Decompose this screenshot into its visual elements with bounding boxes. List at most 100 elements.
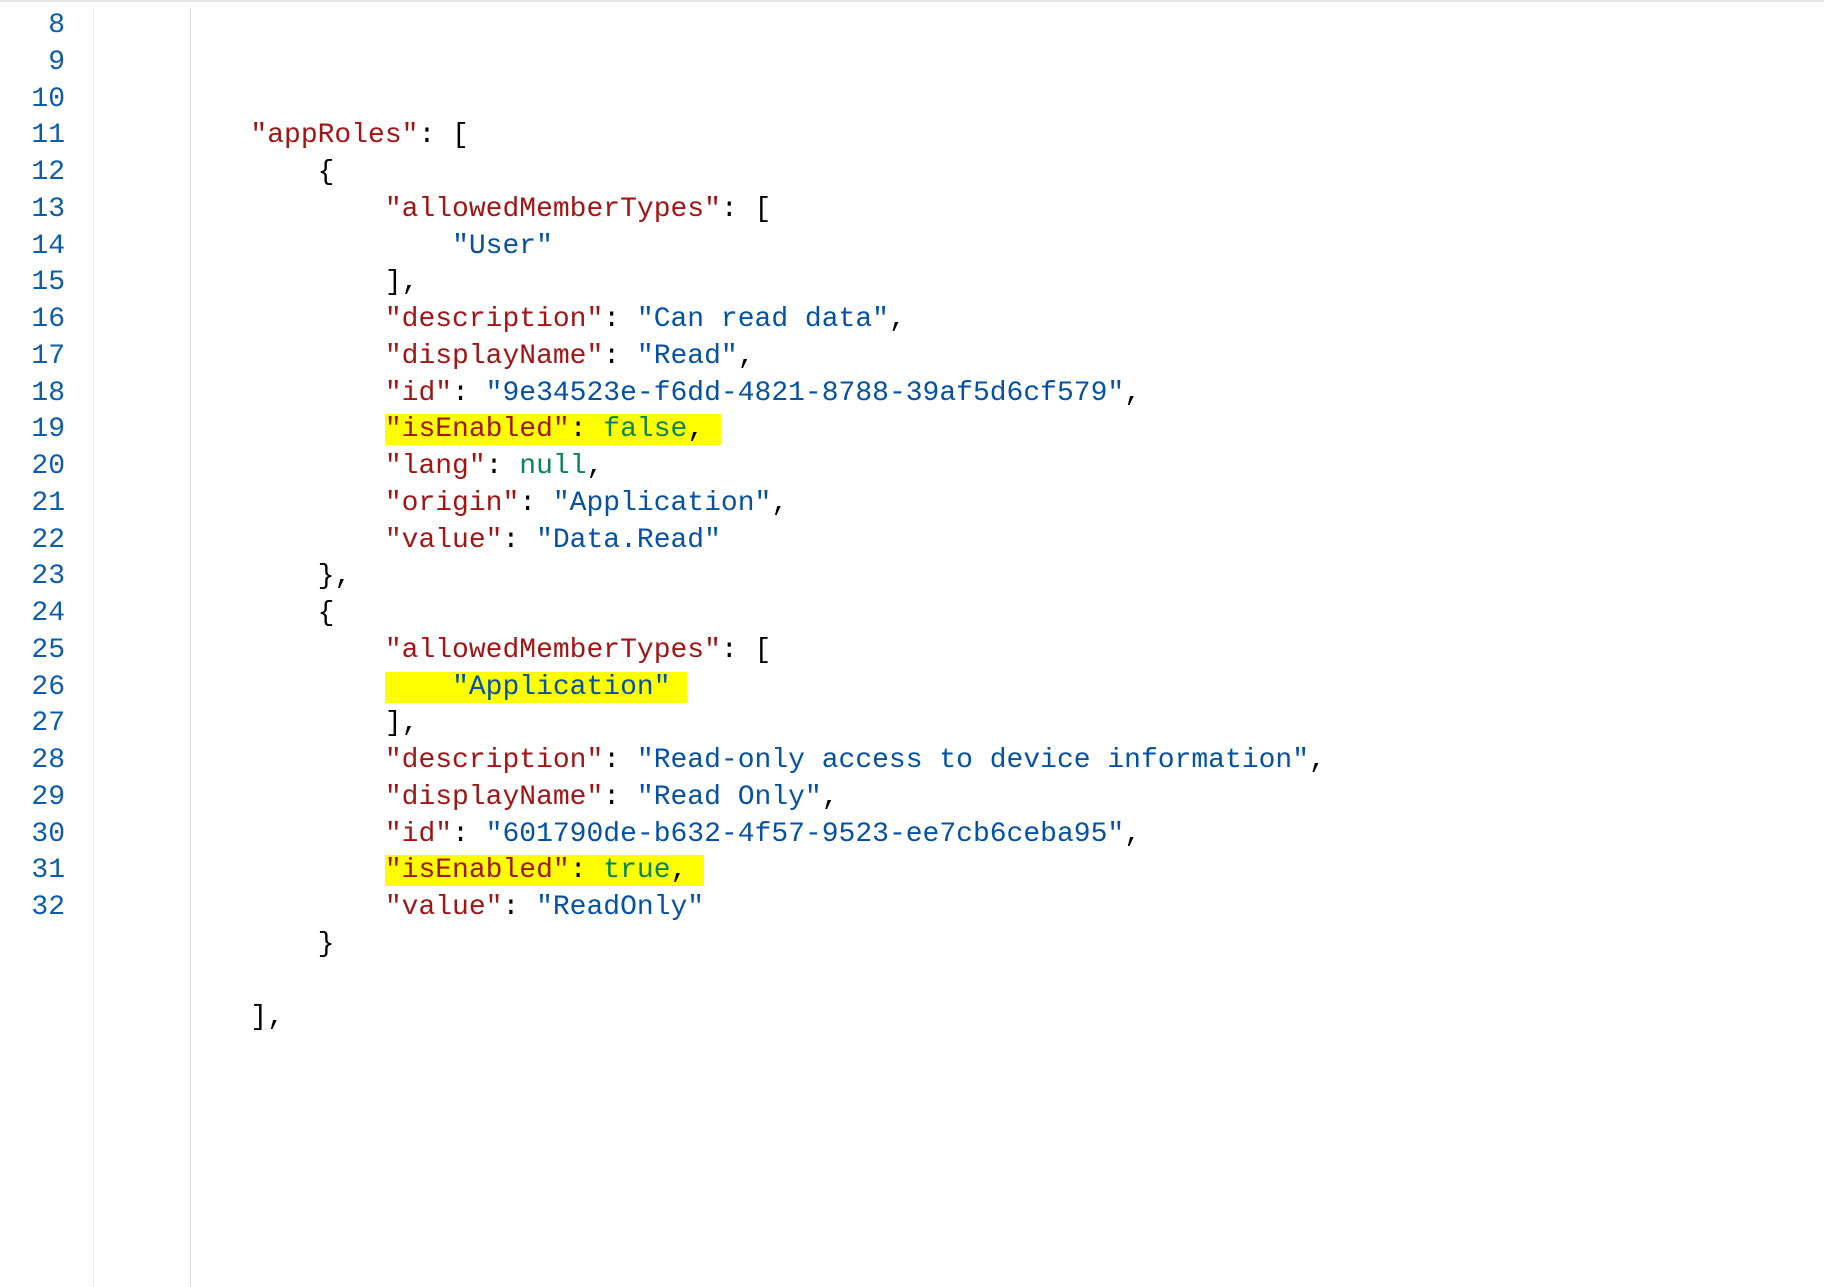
code-token: { xyxy=(318,157,335,188)
code-token: "appRoles" xyxy=(250,120,418,151)
code-token: "9e34523e-f6dd-4821-8788-39af5d6cf579" xyxy=(486,378,1125,409)
code-token: "value" xyxy=(385,892,503,923)
code-line[interactable]: "description": "Read-only access to devi… xyxy=(116,743,1824,780)
line-number: 29 xyxy=(0,780,65,817)
code-token: : xyxy=(603,782,637,813)
code-editor[interactable]: 8910111213141516171819202122232425262728… xyxy=(0,0,1824,1287)
code-line[interactable]: ], xyxy=(116,265,1824,302)
code-token: "isEnabled" xyxy=(385,414,570,445)
code-token: : xyxy=(502,892,536,923)
line-number: 31 xyxy=(0,853,65,890)
code-token: ], xyxy=(385,267,419,298)
code-token: , xyxy=(1124,819,1141,850)
code-token: , xyxy=(1124,378,1141,409)
code-line[interactable]: ], xyxy=(116,1000,1824,1037)
code-line[interactable]: { xyxy=(116,596,1824,633)
code-token: , xyxy=(889,304,906,335)
code-token: }, xyxy=(318,561,352,592)
code-line[interactable]: "isEnabled": true, xyxy=(116,853,1824,890)
code-token: "allowedMemberTypes" xyxy=(385,194,721,225)
code-line[interactable]: "value": "ReadOnly" xyxy=(116,890,1824,927)
code-token: "displayName" xyxy=(385,341,603,372)
line-number: 28 xyxy=(0,743,65,780)
line-number: 9 xyxy=(0,45,65,82)
code-token: "displayName" xyxy=(385,782,603,813)
code-line[interactable]: "allowedMemberTypes": [ xyxy=(116,192,1824,229)
code-token: , xyxy=(771,488,788,519)
line-number: 32 xyxy=(0,890,65,927)
code-line[interactable]: "value": "Data.Read" xyxy=(116,523,1824,560)
code-line[interactable]: "displayName": "Read", xyxy=(116,339,1824,376)
line-number: 11 xyxy=(0,118,65,155)
code-token: "origin" xyxy=(385,488,519,519)
code-token: "id" xyxy=(385,378,452,409)
code-token: : xyxy=(603,341,637,372)
code-line[interactable]: "isEnabled": false, xyxy=(116,412,1824,449)
code-token: "Data.Read" xyxy=(536,525,721,556)
code-token: } xyxy=(318,929,335,960)
code-token: : xyxy=(486,451,520,482)
code-token: : xyxy=(452,819,486,850)
line-number: 13 xyxy=(0,192,65,229)
code-line[interactable]: "origin": "Application", xyxy=(116,486,1824,523)
code-token: , xyxy=(822,782,839,813)
line-number: 8 xyxy=(0,8,65,45)
code-token: ], xyxy=(385,708,419,739)
code-token: , xyxy=(687,414,704,445)
code-token: : xyxy=(603,304,637,335)
code-area[interactable]: "appRoles": [ { "allowedMemberTypes": [ … xyxy=(94,8,1824,1287)
code-token: : xyxy=(570,855,604,886)
code-line[interactable]: "id": "601790de-b632-4f57-9523-ee7cb6ceb… xyxy=(116,817,1824,854)
code-token: "Read-only access to device information" xyxy=(637,745,1309,776)
line-number: 30 xyxy=(0,817,65,854)
code-token: "id" xyxy=(385,819,452,850)
code-token: : xyxy=(519,488,553,519)
code-token: "Read Only" xyxy=(637,782,822,813)
code-line[interactable]: "Application" xyxy=(116,670,1824,707)
code-token: "Read" xyxy=(637,341,738,372)
code-token: "description" xyxy=(385,745,603,776)
line-number: 17 xyxy=(0,339,65,376)
code-line[interactable]: { xyxy=(116,155,1824,192)
code-token: false xyxy=(603,414,687,445)
code-token: : [ xyxy=(721,194,771,225)
line-number: 24 xyxy=(0,596,65,633)
code-line[interactable]: "User" xyxy=(116,229,1824,266)
code-token: "lang" xyxy=(385,451,486,482)
code-line[interactable]: }, xyxy=(116,559,1824,596)
code-token: "Can read data" xyxy=(637,304,889,335)
code-line[interactable] xyxy=(116,964,1824,1001)
code-line[interactable]: "displayName": "Read Only", xyxy=(116,780,1824,817)
code-token: , xyxy=(1309,745,1326,776)
line-number: 16 xyxy=(0,302,65,339)
code-token: "Application" xyxy=(553,488,771,519)
code-line[interactable]: "id": "9e34523e-f6dd-4821-8788-39af5d6cf… xyxy=(116,376,1824,413)
code-line[interactable]: "description": "Can read data", xyxy=(116,302,1824,339)
code-line[interactable]: } xyxy=(116,927,1824,964)
line-number: 23 xyxy=(0,559,65,596)
line-number: 14 xyxy=(0,229,65,266)
line-number: 27 xyxy=(0,706,65,743)
code-line[interactable]: ], xyxy=(116,706,1824,743)
code-token: "ReadOnly" xyxy=(536,892,704,923)
line-number: 15 xyxy=(0,265,65,302)
highlight: "isEnabled": true, xyxy=(385,855,704,886)
code-token: : [ xyxy=(721,635,771,666)
line-number-gutter: 8910111213141516171819202122232425262728… xyxy=(0,8,94,1287)
code-token: null xyxy=(519,451,586,482)
code-token: "Application" xyxy=(452,672,670,703)
highlight: "isEnabled": false, xyxy=(385,414,721,445)
line-number: 18 xyxy=(0,376,65,413)
line-number: 12 xyxy=(0,155,65,192)
code-token: ], xyxy=(250,1002,284,1033)
code-token: "User" xyxy=(452,231,553,262)
code-line[interactable]: "lang": null, xyxy=(116,449,1824,486)
code-token: , xyxy=(738,341,755,372)
line-number: 20 xyxy=(0,449,65,486)
code-line[interactable]: "allowedMemberTypes": [ xyxy=(116,633,1824,670)
code-token: true xyxy=(603,855,670,886)
code-token: "allowedMemberTypes" xyxy=(385,635,721,666)
code-token: "isEnabled" xyxy=(385,855,570,886)
code-line[interactable]: "appRoles": [ xyxy=(116,118,1824,155)
code-token: , xyxy=(671,855,688,886)
